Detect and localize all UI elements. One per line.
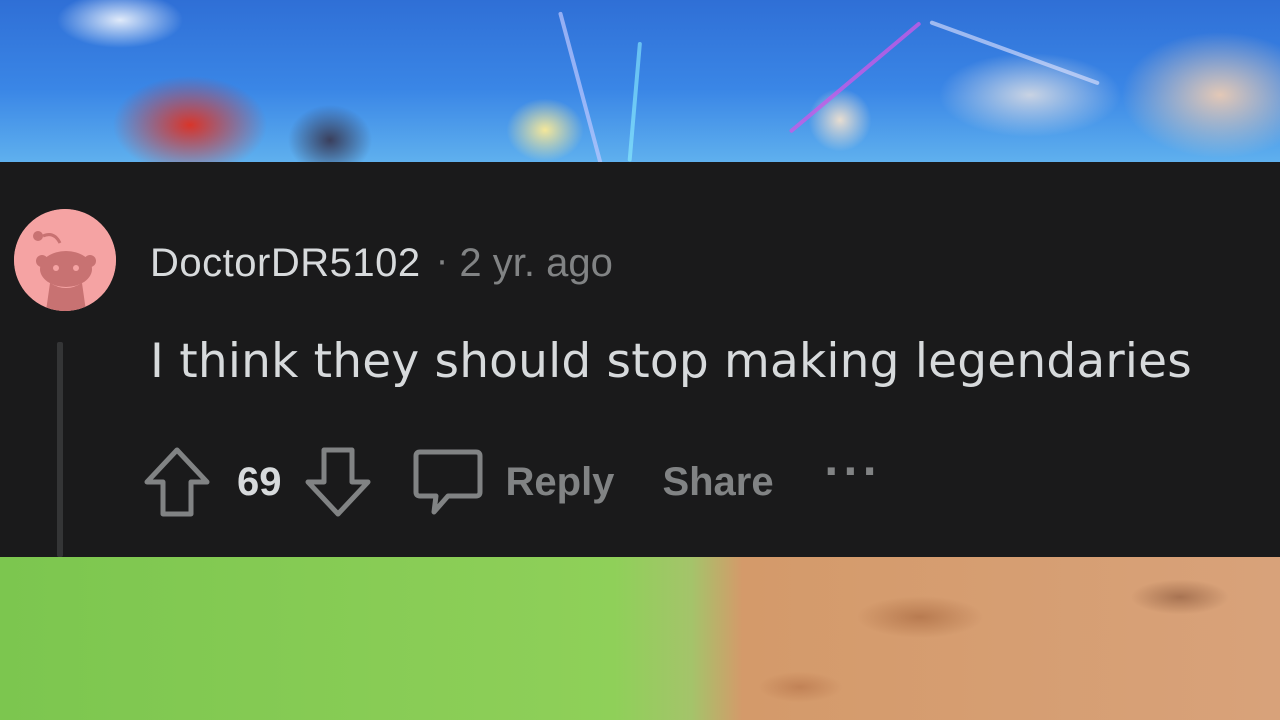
comment-bubble-icon: [413, 449, 482, 515]
reply-icon-button[interactable]: [372, 446, 484, 518]
upvote-button[interactable]: [143, 446, 211, 518]
vote-score: 69: [237, 459, 282, 504]
background-artwork-top: [0, 0, 1280, 168]
thread-line[interactable]: [57, 342, 63, 557]
more-options-button[interactable]: ···: [824, 449, 882, 495]
comment-timestamp[interactable]: 2 yr. ago: [459, 241, 612, 286]
header-separator: ·: [436, 243, 448, 283]
comment-header: DoctorDR5102 · 2 yr. ago: [150, 238, 613, 288]
comment-actions: 69 Reply Share ···: [143, 444, 881, 520]
background-artwork-bottom: [0, 557, 1280, 720]
reddit-snoo-avatar-icon: [14, 209, 116, 311]
upvote-arrow-icon: [144, 447, 210, 517]
downvote-button[interactable]: [304, 446, 372, 518]
share-button[interactable]: Share: [662, 460, 773, 505]
user-avatar[interactable]: [14, 209, 116, 311]
username-link[interactable]: DoctorDR5102: [150, 241, 421, 286]
comment-card: DoctorDR5102 · 2 yr. ago I think they sh…: [0, 162, 1280, 557]
downvote-arrow-icon: [305, 447, 370, 517]
comment-body: I think they should stop making legendar…: [150, 334, 1192, 389]
reply-button[interactable]: Reply: [506, 460, 615, 505]
